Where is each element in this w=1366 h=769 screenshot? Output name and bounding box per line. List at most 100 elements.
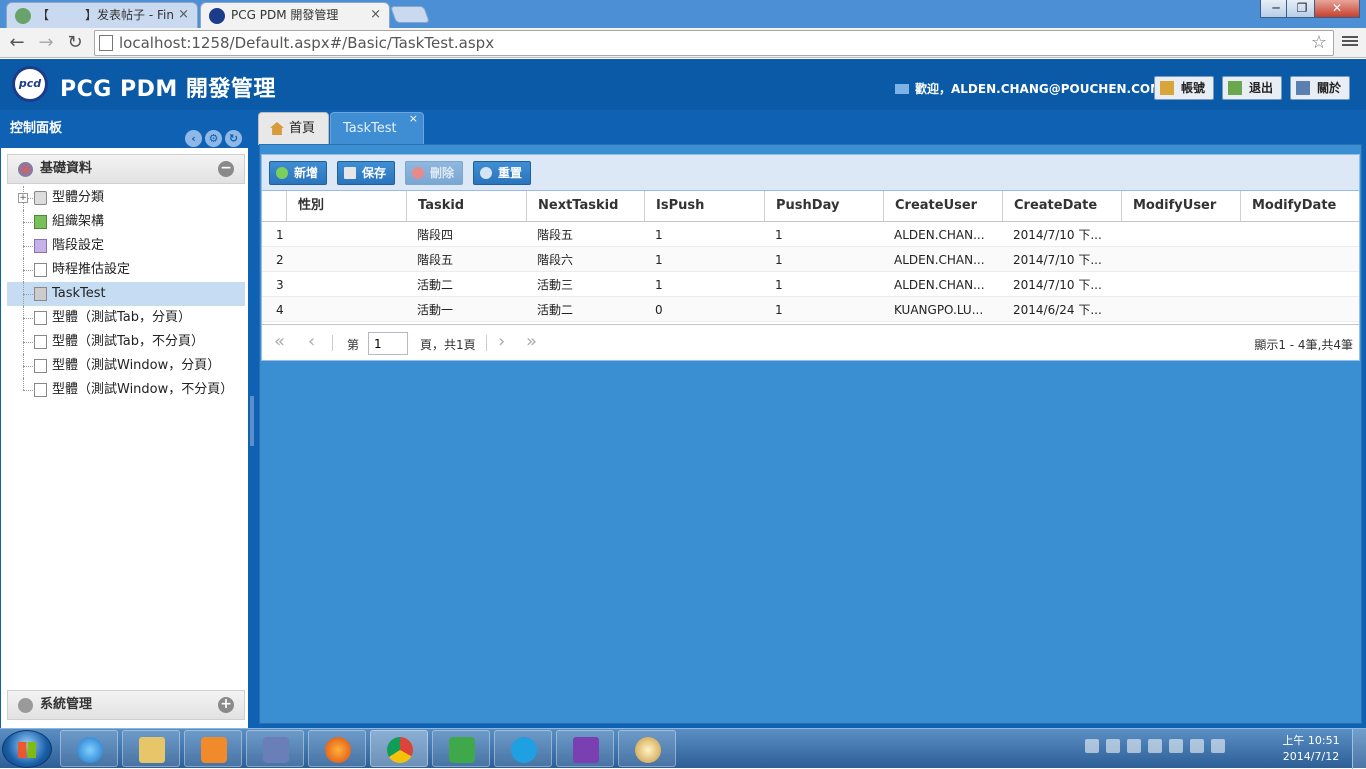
browser-toolbar: ← → ↻ ☆ [0,28,1366,58]
tree-item-org-structure[interactable]: 組織架構 [7,210,245,234]
forward-arrow-icon[interactable]: → [34,31,58,55]
taskbar-skype[interactable] [494,730,552,767]
app-title: PCG PDM 開發管理 [60,77,276,102]
table-row[interactable]: 3 活動二 活動三 1 1 ALDEN.CHAN... 2014/7/10 下.… [262,272,1359,297]
user-flag-icon [895,84,909,94]
tree-item-style-category[interactable]: + 型體分類 [7,186,245,210]
skype-icon [511,737,537,763]
grid-pager: « ‹ 第 頁，共1頁 › » 顯示1 - 4筆,共4筆 [262,324,1359,360]
about-button[interactable]: 關於 [1290,76,1351,100]
close-icon[interactable]: × [409,103,418,135]
last-page-icon[interactable]: » [526,331,537,352]
column-header[interactable]: ModifyUser [1121,191,1240,221]
document-icon [34,311,47,325]
window-close-button[interactable]: ✕ [1314,0,1360,18]
save-button[interactable]: 保存 [337,161,396,185]
section-system-management[interactable]: 系統管理 + [7,690,245,720]
taskbar-tool[interactable] [246,730,304,767]
table-cell [286,272,406,297]
address-bar[interactable]: ☆ [94,30,1334,56]
tab-tasktest[interactable]: TaskTest × [330,112,424,145]
tree-item-schedule-estimate[interactable]: 時程推估設定 [7,258,245,282]
help-icon[interactable] [1106,739,1120,753]
tree-item-stage-settings[interactable]: 階段設定 [7,234,245,258]
table-cell: 1 [655,253,663,267]
splitter-handle[interactable] [250,396,254,446]
next-page-icon[interactable]: › [498,331,505,352]
clock-date: 2014/7/12 [1282,750,1340,763]
reset-icon [480,167,492,179]
menu-icon[interactable] [1342,34,1358,50]
column-header[interactable]: NextTaskid [526,191,644,221]
column-header[interactable]: PushDay [764,191,883,221]
table-cell: KUANGPO.LU... [894,303,984,317]
column-header[interactable]: CreateUser [883,191,1002,221]
tray-expand-icon[interactable] [1127,739,1141,753]
tree-item-style-window-paged[interactable]: 型體（測試Window，分頁） [7,354,245,378]
table-cell: 1 [775,303,783,317]
back-arrow-icon[interactable]: ← [5,31,29,55]
taskbar-clock[interactable]: 上午 10:51 2014/7/12 [1278,733,1344,765]
refresh-icon[interactable]: ↻ [225,130,242,147]
add-button[interactable]: 新增 [269,161,328,185]
tree-item-style-window-unpaged[interactable]: 型體（測試Window，不分頁） [7,378,245,402]
table-cell: 1 [655,228,663,242]
expand-plus-icon[interactable]: + [18,193,28,203]
collapse-section-icon[interactable]: − [218,161,234,177]
collapse-left-icon[interactable]: ‹ [185,130,202,147]
monitor-icon [1296,81,1310,95]
page-icon [99,35,113,51]
page-total: 頁，共1頁 [420,338,476,352]
first-page-icon[interactable]: « [274,331,285,352]
taskbar-media[interactable] [184,730,242,767]
url-input[interactable] [119,32,1299,54]
logout-button[interactable]: 退出 [1222,76,1283,100]
section-basic-data[interactable]: 基礎資料 − [7,154,245,184]
flag-icon[interactable] [1148,739,1162,753]
tree-item-label: 型體（測試Window，不分頁） [52,382,234,397]
table-cell: ALDEN.CHAN... [894,228,985,242]
table-cell: 階段五 [417,253,454,267]
column-header[interactable]: 性別 [286,191,406,221]
delete-button[interactable]: 刪除 [405,161,464,185]
show-desktop-button[interactable] [1352,729,1366,769]
expand-section-icon[interactable]: + [218,697,234,713]
tab-home[interactable]: 首頁 [258,112,329,145]
device-icon[interactable] [1169,739,1183,753]
taskbar-paint[interactable] [618,730,676,767]
taskbar-firefox[interactable] [308,730,366,767]
column-header[interactable]: IsPush [644,191,764,221]
new-tab-button[interactable] [389,6,431,23]
taskbar-viewer[interactable] [432,730,490,767]
prev-page-icon[interactable]: ‹ [308,331,315,352]
column-header[interactable]: CreateDate [1002,191,1121,221]
taskbar-visual-studio[interactable] [556,730,614,767]
table-row[interactable]: 1 階段四 階段五 1 1 ALDEN.CHAN... 2014/7/10 下.… [262,222,1359,247]
bookmark-star-icon[interactable]: ☆ [1311,32,1327,53]
page-number-input[interactable] [368,332,408,355]
volume-muted-icon[interactable] [1211,739,1225,753]
taskbar-ie[interactable] [60,730,118,767]
start-button[interactable] [2,730,52,768]
tree-item-style-tab-unpaged[interactable]: 型體（測試Tab，不分頁） [7,330,245,354]
network-icon[interactable] [1190,739,1204,753]
browser-tab-forum[interactable]: 【 】发表帖子 - Fin × [6,2,198,28]
column-header[interactable]: Taskid [406,191,526,221]
table-row[interactable]: 4 活動一 活動二 0 1 KUANGPO.LU... 2014/6/24 下.… [262,297,1359,322]
reload-icon[interactable]: ↻ [63,31,87,55]
gear-icon[interactable]: ⚙ [205,130,222,147]
close-icon[interactable]: × [178,3,189,27]
account-button[interactable]: 帳號 [1154,76,1215,100]
table-row[interactable]: 2 階段五 階段六 1 1 ALDEN.CHAN... 2014/7/10 下.… [262,247,1359,272]
taskbar-explorer[interactable] [122,730,180,767]
tree-item-style-tab-paged[interactable]: 型體（測試Tab，分頁） [7,306,245,330]
table-cell: 2014/6/24 下... [1013,303,1102,317]
reset-button[interactable]: 重置 [473,161,532,185]
save-label: 保存 [362,166,387,180]
tree-item-tasktest[interactable]: TaskTest [7,282,245,306]
browser-tab-pdm[interactable]: PCG PDM 開發管理 × [200,2,390,28]
taskbar-chrome[interactable] [370,730,428,767]
column-header[interactable]: ModifyDate [1240,191,1359,221]
close-icon[interactable]: × [370,3,381,27]
keyboard-icon[interactable] [1085,739,1099,753]
